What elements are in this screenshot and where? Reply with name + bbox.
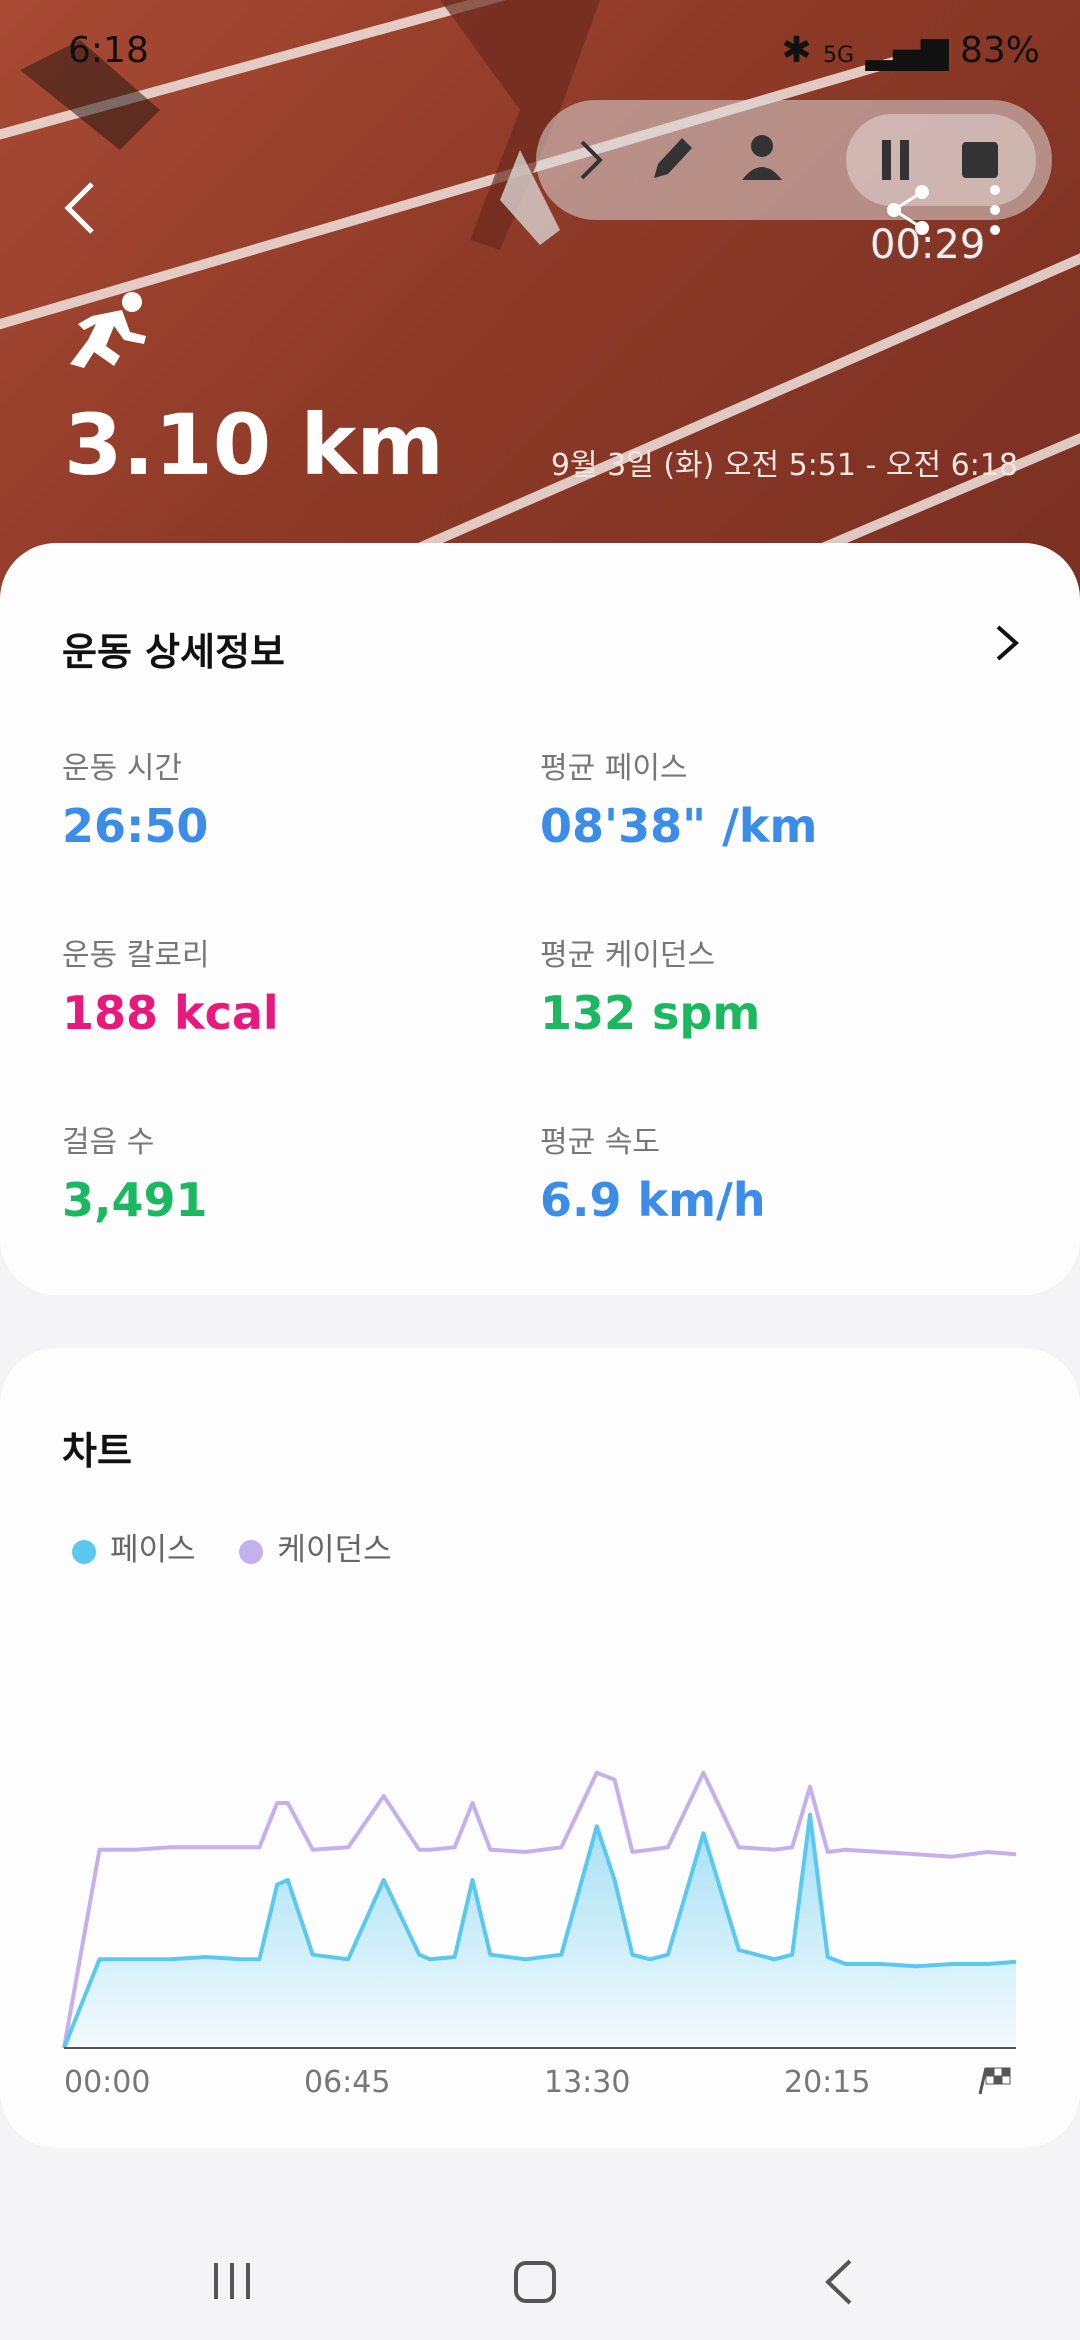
- chevron-right-icon[interactable]: [992, 621, 1022, 665]
- recording-timer: 00:29: [870, 222, 986, 268]
- pace-cadence-chart: 00:00 06:45 13:30 20:15: [62, 1770, 1017, 2100]
- metric-value: 188 kcal: [62, 986, 279, 1040]
- running-icon: [70, 292, 146, 368]
- x-tick-label: 20:15: [784, 2065, 870, 2100]
- metric-value: 6.9 km/h: [540, 1173, 766, 1227]
- signal-icon: ▂▄▆: [865, 30, 949, 71]
- metric-value: 26:50: [62, 799, 209, 853]
- recent-apps-icon[interactable]: [210, 2259, 254, 2303]
- metric-label: 운동 시간: [62, 751, 182, 786]
- metric-duration: 운동 시간 26:50: [62, 743, 208, 853]
- status-bar: 6:18 ✱ 5G ▂▄▆ 83%: [0, 28, 1080, 78]
- person-icon[interactable]: [736, 130, 788, 186]
- status-right: ✱ 5G ▂▄▆ 83%: [781, 30, 1040, 71]
- x-tick-label: 13:30: [544, 2065, 630, 2100]
- home-icon[interactable]: [512, 2259, 558, 2305]
- back-icon[interactable]: [60, 180, 100, 236]
- stop-icon[interactable]: [958, 138, 1002, 182]
- metric-avg-cadence: 평균 케이던스 132 spm: [540, 930, 760, 1040]
- metric-avg-speed: 평균 속도 6.9 km/h: [540, 1117, 766, 1227]
- metric-value: 08'38" /km: [540, 799, 818, 853]
- chevron-right-icon[interactable]: [576, 136, 606, 184]
- bluetooth-icon: ✱: [781, 30, 812, 71]
- metric-label: 걸음 수: [62, 1125, 155, 1160]
- status-time: 6:18: [68, 30, 149, 71]
- pause-icon[interactable]: [876, 136, 916, 184]
- metric-label: 평균 속도: [540, 1125, 660, 1160]
- metric-steps: 걸음 수 3,491: [62, 1117, 208, 1227]
- metric-avg-pace: 평균 페이스 08'38" /km: [540, 743, 817, 853]
- workout-date-range: 9월 3일 (화) 오전 5:51 - 오전 6:18: [550, 448, 1018, 483]
- metric-label: 운동 칼로리: [62, 938, 210, 973]
- hero-banner: 6:18 ✱ 5G ▂▄▆ 83% 00:29 3.10 km 9월 3일 (화…: [0, 0, 1080, 600]
- metric-value: 3,491: [62, 1173, 208, 1227]
- battery-label: 83%: [959, 30, 1040, 71]
- metric-value: 132 spm: [540, 986, 761, 1040]
- network-label: 5G: [822, 43, 855, 68]
- metric-label: 평균 페이스: [540, 751, 688, 786]
- workout-details-card: 운동 상세정보 운동 시간 26:50 평균 페이스 08'38" /km 운동…: [0, 543, 1080, 1295]
- back-nav-icon[interactable]: [822, 2257, 856, 2307]
- finish-flag-icon: [978, 2067, 1011, 2095]
- pencil-icon[interactable]: [646, 130, 698, 186]
- details-title: 운동 상세정보: [62, 630, 285, 674]
- navigation-bar: [0, 2225, 1080, 2340]
- track-background: [0, 0, 1080, 600]
- screen-recorder-bar: [536, 100, 1052, 220]
- metric-label: 평균 케이던스: [540, 938, 716, 973]
- x-tick-label: 00:00: [64, 2065, 150, 2100]
- distance-value: 3.10 km: [64, 396, 444, 494]
- x-tick-label: 06:45: [304, 2065, 390, 2100]
- metric-calories: 운동 칼로리 188 kcal: [62, 930, 279, 1040]
- chart-card: 차트 페이스 케이던스 00:00 06:45 13:30 20:15: [0, 1348, 1080, 2148]
